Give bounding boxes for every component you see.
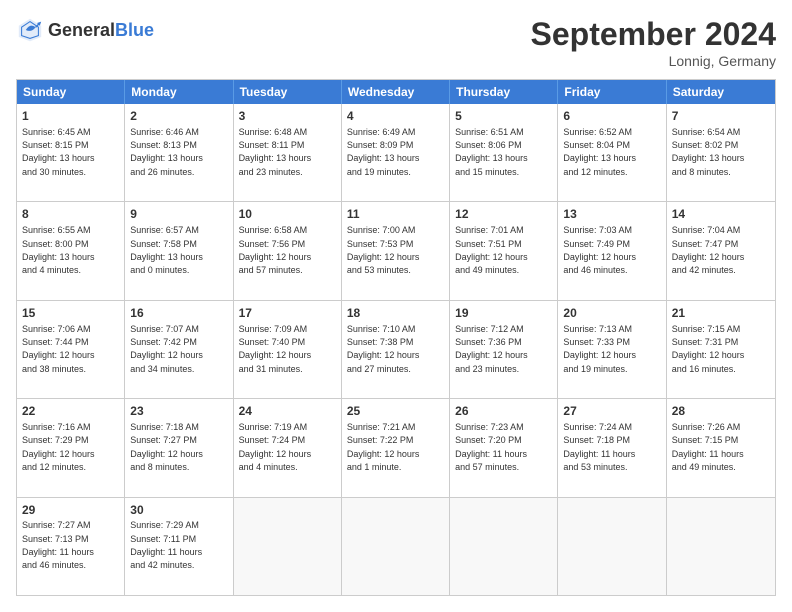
header-thursday: Thursday — [450, 80, 558, 104]
calendar-cell-14: 14Sunrise: 7:04 AMSunset: 7:47 PMDayligh… — [667, 202, 775, 299]
calendar-cell-empty-4-5 — [558, 498, 666, 595]
calendar-cell-3: 3Sunrise: 6:48 AMSunset: 8:11 PMDaylight… — [234, 104, 342, 201]
calendar-cell-empty-4-6 — [667, 498, 775, 595]
calendar-cell-4: 4Sunrise: 6:49 AMSunset: 8:09 PMDaylight… — [342, 104, 450, 201]
calendar: Sunday Monday Tuesday Wednesday Thursday… — [16, 79, 776, 596]
calendar-body: 1Sunrise: 6:45 AMSunset: 8:15 PMDaylight… — [17, 104, 775, 595]
calendar-row-4: 22Sunrise: 7:16 AMSunset: 7:29 PMDayligh… — [17, 398, 775, 496]
calendar-cell-5: 5Sunrise: 6:51 AMSunset: 8:06 PMDaylight… — [450, 104, 558, 201]
page: GeneralBlue September 2024 Lonnig, Germa… — [0, 0, 792, 612]
header: GeneralBlue September 2024 Lonnig, Germa… — [16, 16, 776, 69]
calendar-cell-19: 19Sunrise: 7:12 AMSunset: 7:36 PMDayligh… — [450, 301, 558, 398]
logo-general: General — [48, 20, 115, 40]
header-saturday: Saturday — [667, 80, 775, 104]
header-sunday: Sunday — [17, 80, 125, 104]
calendar-cell-26: 26Sunrise: 7:23 AMSunset: 7:20 PMDayligh… — [450, 399, 558, 496]
calendar-cell-empty-4-4 — [450, 498, 558, 595]
calendar-row-1: 1Sunrise: 6:45 AMSunset: 8:15 PMDaylight… — [17, 104, 775, 201]
calendar-cell-8: 8Sunrise: 6:55 AMSunset: 8:00 PMDaylight… — [17, 202, 125, 299]
calendar-cell-13: 13Sunrise: 7:03 AMSunset: 7:49 PMDayligh… — [558, 202, 666, 299]
logo-blue: Blue — [115, 20, 154, 40]
header-wednesday: Wednesday — [342, 80, 450, 104]
calendar-cell-11: 11Sunrise: 7:00 AMSunset: 7:53 PMDayligh… — [342, 202, 450, 299]
calendar-header-row: Sunday Monday Tuesday Wednesday Thursday… — [17, 80, 775, 104]
month-year: September 2024 — [531, 16, 776, 53]
calendar-cell-7: 7Sunrise: 6:54 AMSunset: 8:02 PMDaylight… — [667, 104, 775, 201]
calendar-cell-24: 24Sunrise: 7:19 AMSunset: 7:24 PMDayligh… — [234, 399, 342, 496]
calendar-cell-16: 16Sunrise: 7:07 AMSunset: 7:42 PMDayligh… — [125, 301, 233, 398]
logo-text: GeneralBlue — [48, 20, 154, 41]
calendar-cell-25: 25Sunrise: 7:21 AMSunset: 7:22 PMDayligh… — [342, 399, 450, 496]
calendar-cell-23: 23Sunrise: 7:18 AMSunset: 7:27 PMDayligh… — [125, 399, 233, 496]
logo-icon — [16, 16, 44, 44]
calendar-cell-15: 15Sunrise: 7:06 AMSunset: 7:44 PMDayligh… — [17, 301, 125, 398]
calendar-cell-9: 9Sunrise: 6:57 AMSunset: 7:58 PMDaylight… — [125, 202, 233, 299]
calendar-cell-6: 6Sunrise: 6:52 AMSunset: 8:04 PMDaylight… — [558, 104, 666, 201]
header-monday: Monday — [125, 80, 233, 104]
calendar-cell-2: 2Sunrise: 6:46 AMSunset: 8:13 PMDaylight… — [125, 104, 233, 201]
calendar-row-5: 29Sunrise: 7:27 AMSunset: 7:13 PMDayligh… — [17, 497, 775, 595]
calendar-cell-18: 18Sunrise: 7:10 AMSunset: 7:38 PMDayligh… — [342, 301, 450, 398]
calendar-cell-empty-4-3 — [342, 498, 450, 595]
calendar-row-2: 8Sunrise: 6:55 AMSunset: 8:00 PMDaylight… — [17, 201, 775, 299]
calendar-cell-20: 20Sunrise: 7:13 AMSunset: 7:33 PMDayligh… — [558, 301, 666, 398]
calendar-cell-10: 10Sunrise: 6:58 AMSunset: 7:56 PMDayligh… — [234, 202, 342, 299]
calendar-cell-1: 1Sunrise: 6:45 AMSunset: 8:15 PMDaylight… — [17, 104, 125, 201]
calendar-cell-17: 17Sunrise: 7:09 AMSunset: 7:40 PMDayligh… — [234, 301, 342, 398]
calendar-cell-empty-4-2 — [234, 498, 342, 595]
logo: GeneralBlue — [16, 16, 154, 44]
calendar-cell-21: 21Sunrise: 7:15 AMSunset: 7:31 PMDayligh… — [667, 301, 775, 398]
header-friday: Friday — [558, 80, 666, 104]
calendar-cell-27: 27Sunrise: 7:24 AMSunset: 7:18 PMDayligh… — [558, 399, 666, 496]
location: Lonnig, Germany — [531, 53, 776, 69]
calendar-cell-30: 30Sunrise: 7:29 AMSunset: 7:11 PMDayligh… — [125, 498, 233, 595]
title-block: September 2024 Lonnig, Germany — [531, 16, 776, 69]
calendar-row-3: 15Sunrise: 7:06 AMSunset: 7:44 PMDayligh… — [17, 300, 775, 398]
calendar-cell-29: 29Sunrise: 7:27 AMSunset: 7:13 PMDayligh… — [17, 498, 125, 595]
calendar-cell-12: 12Sunrise: 7:01 AMSunset: 7:51 PMDayligh… — [450, 202, 558, 299]
header-tuesday: Tuesday — [234, 80, 342, 104]
calendar-cell-22: 22Sunrise: 7:16 AMSunset: 7:29 PMDayligh… — [17, 399, 125, 496]
calendar-cell-28: 28Sunrise: 7:26 AMSunset: 7:15 PMDayligh… — [667, 399, 775, 496]
